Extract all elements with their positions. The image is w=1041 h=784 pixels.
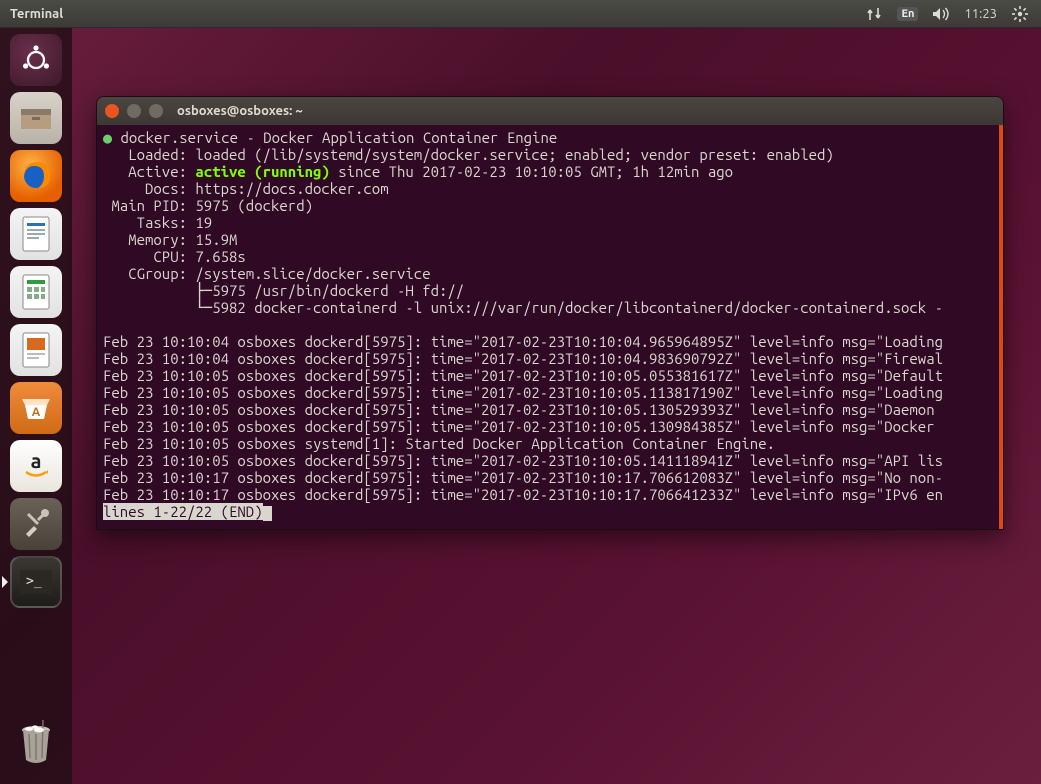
window-title: osboxes@osboxes: ~ xyxy=(177,104,303,118)
log-line: Feb 23 10:10:05 osboxes dockerd[5975]: t… xyxy=(103,452,943,469)
launcher-trash[interactable] xyxy=(10,718,62,770)
log-line: Feb 23 10:10:04 osboxes dockerd[5975]: t… xyxy=(103,333,943,350)
status-bullet: ● xyxy=(103,129,112,146)
window-close-button[interactable] xyxy=(105,104,119,118)
loaded-line: Loaded: loaded (/lib/systemd/system/dock… xyxy=(103,146,834,163)
launcher-amazon[interactable]: a xyxy=(10,440,62,492)
pager-status: lines 1-22/22 (END) xyxy=(103,503,263,520)
log-line: Feb 23 10:10:17 osboxes dockerd[5975]: t… xyxy=(103,486,943,503)
terminal-body[interactable]: ● docker.service - Docker Application Co… xyxy=(97,125,1003,529)
active-tail: since Thu 2017-02-23 10:10:05 GMT; 1h 12… xyxy=(330,163,733,180)
memory-line: Memory: 15.9M xyxy=(103,231,237,248)
terminal-window: osboxes@osboxes: ~ ● docker.service - Do… xyxy=(96,96,1004,530)
cursor xyxy=(263,506,272,521)
launcher-files[interactable] xyxy=(10,92,62,144)
cpu-line: CPU: 7.658s xyxy=(103,248,246,265)
launcher-impress[interactable] xyxy=(10,324,62,376)
pid-line: Main PID: 5975 (dockerd) xyxy=(103,197,313,214)
cgroup-sub2: └─5982 docker-containerd -l unix:///var/… xyxy=(103,299,943,316)
cgroup-line: CGroup: /system.slice/docker.service xyxy=(103,265,431,282)
log-line: Feb 23 10:10:17 osboxes dockerd[5975]: t… xyxy=(103,469,943,486)
window-minimize-button[interactable] xyxy=(127,104,141,118)
keyboard-layout-indicator[interactable]: En xyxy=(897,7,918,21)
volume-icon[interactable] xyxy=(932,5,950,23)
log-line: Feb 23 10:10:05 osboxes dockerd[5975]: t… xyxy=(103,401,943,418)
launcher-software[interactable]: A xyxy=(10,382,62,434)
window-maximize-button[interactable] xyxy=(149,104,163,118)
window-titlebar[interactable]: osboxes@osboxes: ~ xyxy=(97,97,1003,125)
network-icon[interactable] xyxy=(865,5,883,23)
launcher-calc[interactable] xyxy=(10,266,62,318)
cgroup-sub1: ├─5975 /usr/bin/dockerd -H fd:// xyxy=(103,282,464,299)
svg-text:a: a xyxy=(31,449,42,472)
svg-text:>_: >_ xyxy=(26,574,42,589)
log-line: Feb 23 10:10:05 osboxes dockerd[5975]: t… xyxy=(103,418,943,435)
active-value: active (running) xyxy=(195,163,329,180)
launcher-dash[interactable] xyxy=(10,34,62,86)
log-line: Feb 23 10:10:05 osboxes systemd[1]: Star… xyxy=(103,435,775,452)
tasks-line: Tasks: 19 xyxy=(103,214,212,231)
unity-launcher: A a >_ xyxy=(0,28,72,784)
top-panel: Terminal En 11:23 xyxy=(0,0,1041,28)
log-line: Feb 23 10:10:04 osboxes dockerd[5975]: t… xyxy=(103,350,943,367)
service-header: docker.service - Docker Application Cont… xyxy=(120,129,557,146)
clock[interactable]: 11:23 xyxy=(964,7,997,21)
launcher-firefox[interactable] xyxy=(10,150,62,202)
log-line: Feb 23 10:10:05 osboxes dockerd[5975]: t… xyxy=(103,384,943,401)
docs-line: Docs: https://docs.docker.com xyxy=(103,180,389,197)
active-app-name: Terminal xyxy=(10,7,63,21)
log-line: Feb 23 10:10:05 osboxes dockerd[5975]: t… xyxy=(103,367,943,384)
svg-text:A: A xyxy=(32,406,41,419)
launcher-settings[interactable] xyxy=(10,498,62,550)
active-lead: Active: xyxy=(103,163,195,180)
launcher-terminal[interactable]: >_ xyxy=(10,556,62,608)
system-gear-icon[interactable] xyxy=(1011,5,1029,23)
launcher-writer[interactable] xyxy=(10,208,62,260)
